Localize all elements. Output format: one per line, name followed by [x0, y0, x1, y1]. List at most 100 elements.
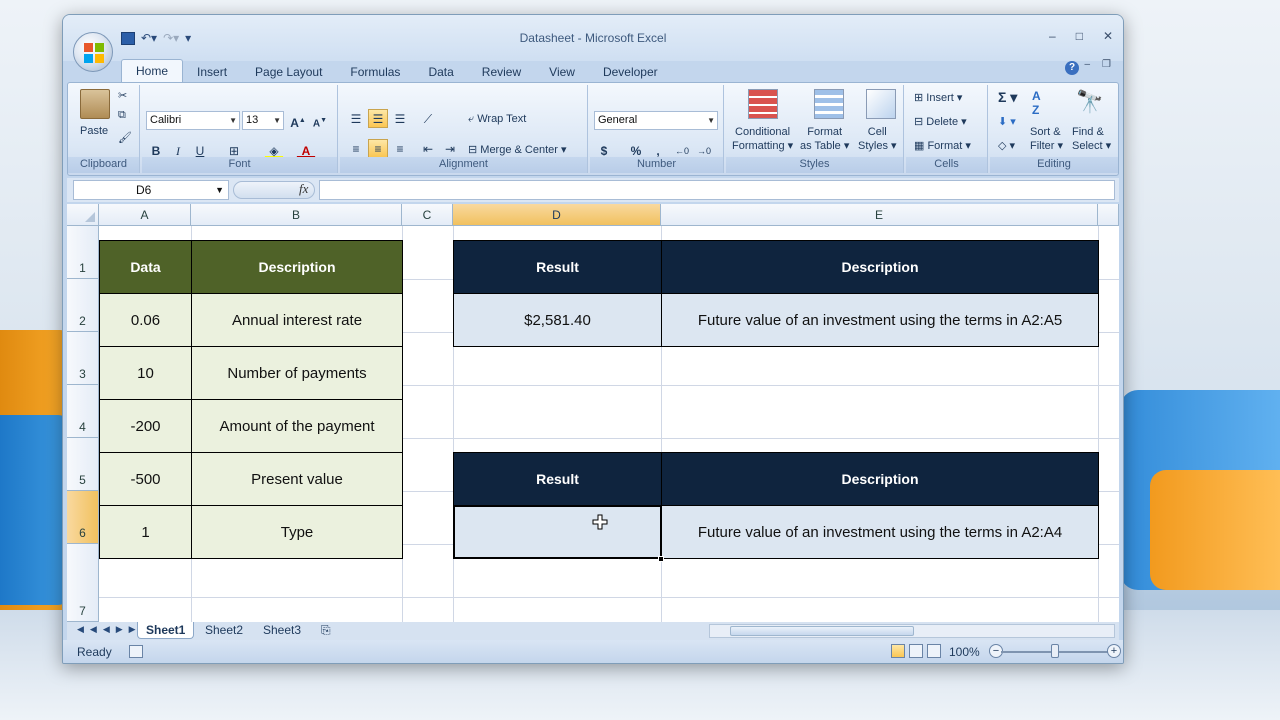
cell-a6[interactable]: 1 [99, 505, 192, 559]
cut-icon[interactable]: ✂ [118, 89, 127, 102]
column-header-b[interactable]: B [191, 204, 402, 226]
align-left-icon[interactable]: ≡ [346, 139, 366, 158]
row-header-3[interactable]: 3 [67, 332, 99, 385]
row-header-6[interactable]: 6 [67, 491, 99, 544]
cell-d1[interactable]: Result [453, 240, 662, 294]
tab-formulas[interactable]: Formulas [336, 61, 414, 83]
align-middle-icon[interactable]: ☰ [368, 109, 388, 128]
row-header-1[interactable]: 1 [67, 226, 99, 279]
row-header-4[interactable]: 4 [67, 385, 99, 438]
autosum-button[interactable]: Σ ▾ [998, 89, 1017, 106]
ribbon-minimize-icon[interactable]: – [1084, 59, 1090, 70]
delete-cells-button[interactable]: ⊟ Delete ▾ [914, 115, 967, 128]
zoom-level[interactable]: 100% [949, 645, 980, 659]
page-break-view-icon[interactable] [927, 644, 941, 658]
save-icon[interactable] [121, 31, 135, 45]
cell-e5[interactable]: Description [661, 452, 1099, 506]
zoom-in-icon[interactable]: + [1107, 644, 1121, 658]
ribbon-restore-icon[interactable]: ❐ [1102, 59, 1111, 70]
tab-developer[interactable]: Developer [589, 61, 672, 83]
grow-font-icon[interactable]: A▲ [288, 111, 308, 130]
shrink-font-icon[interactable]: A▼ [310, 111, 330, 130]
font-name-combo[interactable]: Calibri ▼ [146, 111, 240, 130]
format-cells-button[interactable]: ▦ Format ▾ [914, 139, 971, 152]
conditional-formatting-button[interactable]: Conditional Formatting ▾ [732, 125, 793, 153]
decrease-indent-icon[interactable]: ⇤ [418, 139, 438, 158]
tab-home[interactable]: Home [121, 59, 184, 83]
row-header-7[interactable]: 7 [67, 544, 99, 622]
customize-toolbar-icon[interactable]: ▾ [185, 31, 191, 45]
column-header-c[interactable]: C [402, 204, 453, 226]
formula-input[interactable] [319, 180, 1115, 200]
clear-icon[interactable]: ◇ ▾ [998, 139, 1015, 152]
insert-function-icon[interactable]: fx [299, 181, 308, 197]
format-as-table-button[interactable]: Format as Table ▾ [800, 125, 849, 153]
name-box[interactable]: D6 ▼ [73, 180, 229, 200]
cell-e1[interactable]: Description [661, 240, 1099, 294]
cell-b6[interactable]: Type [191, 505, 403, 559]
row-header-5[interactable]: 5 [67, 438, 99, 491]
paste-icon[interactable] [80, 89, 110, 119]
column-header-a[interactable]: A [99, 204, 191, 226]
zoom-slider-thumb[interactable] [1051, 644, 1059, 658]
cell-e2[interactable]: Future value of an investment using the … [661, 293, 1099, 347]
sort-filter-button[interactable]: Sort & Filter ▾ [1030, 125, 1063, 153]
tab-page-layout[interactable]: Page Layout [241, 61, 336, 83]
align-top-icon[interactable]: ☰ [346, 109, 366, 128]
normal-view-icon[interactable] [891, 644, 905, 658]
select-all-button[interactable] [67, 204, 99, 226]
align-bottom-icon[interactable]: ☰ [390, 109, 410, 128]
fill-handle[interactable] [658, 556, 664, 562]
tab-view[interactable]: View [535, 61, 589, 83]
cell-d5[interactable]: Result [453, 452, 662, 506]
cell-a1[interactable]: Data [99, 240, 192, 294]
scrollbar-thumb[interactable] [730, 626, 914, 636]
sheet-tab-3[interactable]: Sheet3 [255, 622, 309, 639]
tab-insert[interactable]: Insert [183, 61, 241, 83]
minimize-icon[interactable]: – [1049, 29, 1056, 43]
cell-d6-active[interactable] [453, 505, 662, 559]
tab-review[interactable]: Review [468, 61, 535, 83]
tab-data[interactable]: Data [414, 61, 467, 83]
align-center-icon[interactable]: ≡ [368, 139, 388, 158]
column-header-d[interactable]: D [453, 204, 661, 226]
find-select-button[interactable]: Find & Select ▾ [1072, 125, 1111, 153]
insert-sheet-icon[interactable]: ⎘ [313, 622, 339, 639]
office-button[interactable] [73, 32, 113, 72]
cell-d2[interactable]: $2,581.40 [453, 293, 662, 347]
cell-styles-button[interactable]: Cell Styles ▾ [858, 125, 897, 153]
cell-b3[interactable]: Number of payments [191, 346, 403, 400]
worksheet-grid[interactable]: A B C D E 1 2 3 4 5 6 7 Data Description… [67, 204, 1119, 622]
help-icon[interactable]: ? [1065, 61, 1079, 75]
close-icon[interactable]: ✕ [1103, 29, 1113, 43]
cell-b4[interactable]: Amount of the payment [191, 399, 403, 453]
row-header-2[interactable]: 2 [67, 279, 99, 332]
wrap-text-button[interactable]: ⤶ Wrap Text [468, 113, 526, 126]
sheet-tab-2[interactable]: Sheet2 [197, 622, 251, 639]
redo-icon[interactable]: ↷▾ [163, 31, 179, 45]
insert-cells-button[interactable]: ⊞ Insert ▾ [914, 91, 962, 104]
cell-a3[interactable]: 10 [99, 346, 192, 400]
copy-icon[interactable]: ⧉ [118, 109, 126, 122]
orientation-icon[interactable]: ⟋ [418, 109, 438, 128]
maximize-icon[interactable]: □ [1076, 29, 1083, 43]
cell-b1[interactable]: Description [191, 240, 403, 294]
macro-record-icon[interactable] [129, 645, 143, 658]
number-format-combo[interactable]: General ▼ [594, 111, 718, 130]
align-right-icon[interactable]: ≡ [390, 139, 410, 158]
paste-button[interactable]: Paste [80, 125, 108, 137]
sheet-tab-1[interactable]: Sheet1 [137, 622, 195, 639]
cell-e6[interactable]: Future value of an investment using the … [661, 505, 1099, 559]
page-layout-view-icon[interactable] [909, 644, 923, 658]
cell-b5[interactable]: Present value [191, 452, 403, 506]
font-size-combo[interactable]: 13 ▼ [242, 111, 284, 130]
cell-a2[interactable]: 0.06 [99, 293, 192, 347]
merge-center-button[interactable]: ⊟ Merge & Center ▾ [468, 143, 567, 156]
cell-a5[interactable]: -500 [99, 452, 192, 506]
horizontal-scrollbar[interactable] [709, 624, 1115, 638]
column-header-e[interactable]: E [661, 204, 1098, 226]
format-painter-icon[interactable]: 🖌 [118, 131, 132, 144]
increase-indent-icon[interactable]: ⇥ [440, 139, 460, 158]
cell-a4[interactable]: -200 [99, 399, 192, 453]
undo-icon[interactable]: ↶▾ [141, 31, 157, 45]
